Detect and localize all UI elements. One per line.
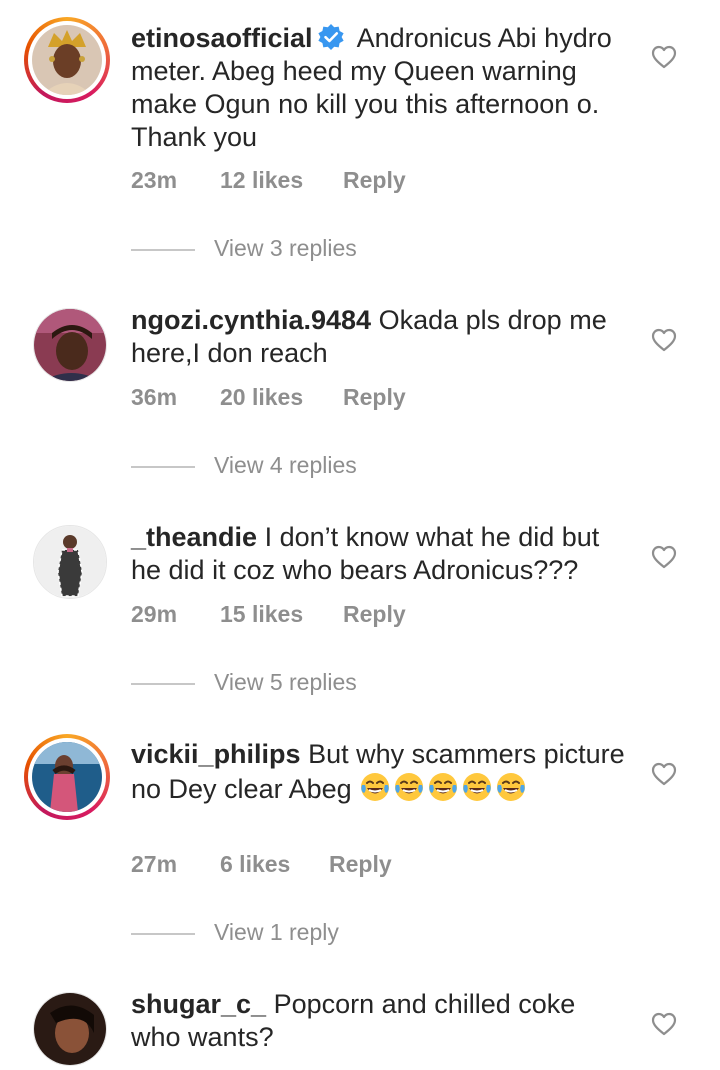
tears-of-joy-emoji [395, 773, 424, 801]
reply-button[interactable]: Reply [329, 851, 392, 878]
divider-line [131, 466, 195, 468]
view-replies-label: View 3 replies [214, 235, 357, 261]
comment-text: ngozi.cynthia.9484 Okada pls drop me her… [131, 304, 631, 370]
avatar[interactable] [24, 734, 110, 820]
profile-photo-icon [33, 525, 107, 599]
tears-of-joy-emoji [497, 773, 526, 801]
avatar[interactable] [24, 17, 110, 103]
comment-text: shugar_c_ Popcorn and chilled coke who w… [131, 988, 631, 1054]
profile-photo-icon [32, 25, 102, 95]
comment-time: 23m [131, 167, 178, 193]
comment-text: vickii_philips But why scammers picture … [131, 738, 631, 806]
view-replies-label: View 4 replies [214, 452, 357, 478]
reply-button[interactable]: Reply [343, 167, 406, 194]
comment-time: 27m [131, 851, 178, 877]
heart-outline-icon[interactable] [651, 762, 677, 786]
view-replies-button[interactable]: View 3 replies [131, 235, 531, 265]
heart-outline-icon[interactable] [651, 328, 677, 352]
like-count[interactable]: 20 likes [220, 384, 303, 411]
reply-button[interactable]: Reply [343, 601, 406, 628]
avatar[interactable] [24, 517, 110, 603]
divider-line [131, 683, 195, 685]
view-replies-button[interactable]: View 1 reply [131, 919, 531, 949]
like-count[interactable]: 15 likes [220, 601, 303, 628]
tears-of-joy-emoji [463, 773, 492, 801]
reply-button[interactable]: Reply [343, 384, 406, 411]
verified-badge-icon [317, 24, 344, 50]
view-replies-label: View 5 replies [214, 669, 357, 695]
comment-time: 29m [131, 601, 178, 627]
like-count[interactable]: 6 likes [220, 851, 290, 878]
divider-line [131, 933, 195, 935]
emoji-row [359, 773, 529, 804]
comment-username[interactable]: etinosaofficial [131, 23, 313, 53]
profile-photo-icon [33, 992, 107, 1066]
avatar[interactable] [24, 984, 110, 1070]
comment-text: _theandie I don’t know what he did but h… [131, 521, 631, 587]
comment-username[interactable]: vickii_philips [131, 739, 301, 769]
heart-outline-icon[interactable] [651, 1012, 677, 1036]
profile-photo-icon [32, 742, 102, 812]
comment-username[interactable]: _theandie [131, 522, 257, 552]
profile-photo-icon [33, 308, 107, 382]
tears-of-joy-emoji [361, 773, 390, 801]
divider-line [131, 249, 195, 251]
view-replies-button[interactable]: View 5 replies [131, 669, 531, 699]
comment-text: etinosaofficial Andronicus Abi hydro met… [131, 22, 631, 154]
view-replies-label: View 1 reply [214, 919, 339, 945]
comment-username[interactable]: ngozi.cynthia.9484 [131, 305, 371, 335]
like-count[interactable]: 12 likes [220, 167, 303, 194]
avatar[interactable] [24, 300, 110, 386]
tears-of-joy-emoji [429, 773, 458, 801]
view-replies-button[interactable]: View 4 replies [131, 452, 531, 482]
heart-outline-icon[interactable] [651, 545, 677, 569]
comment-time: 36m [131, 384, 178, 410]
heart-outline-icon[interactable] [651, 45, 677, 69]
comment-username[interactable]: shugar_c_ [131, 989, 266, 1019]
